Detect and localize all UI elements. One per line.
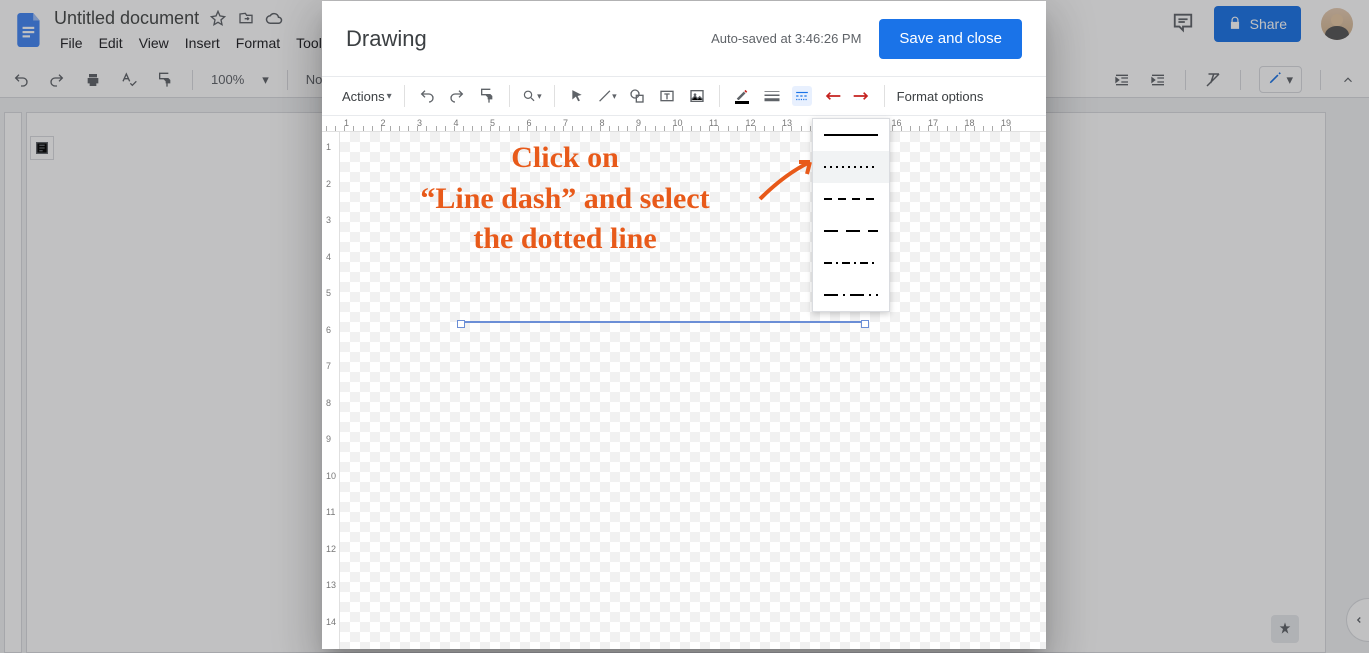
drawing-dialog: Drawing Auto-saved at 3:46:26 PM Save an… [322,1,1046,649]
line-dash-icon[interactable] [792,86,812,106]
dash-option-dash-long-dot[interactable] [813,279,889,311]
drawing-vertical-ruler: 1234567891011121314 [322,132,340,649]
line-weight-icon[interactable] [762,86,782,106]
drawing-horizontal-ruler: 12345678910111213141516171819 [322,116,1046,132]
line-end-icon[interactable] [852,86,872,106]
dash-option-dash-long[interactable] [813,215,889,247]
dash-option-dotted[interactable] [813,151,889,183]
drawing-canvas[interactable] [340,132,1046,649]
image-tool-icon[interactable] [687,86,707,106]
undo-icon[interactable] [417,86,437,106]
drawn-line-object[interactable] [460,321,866,323]
line-dash-menu [812,118,890,312]
zoom-icon[interactable]: ▾ [522,86,542,106]
shape-tool-icon[interactable] [627,86,647,106]
paint-format-icon[interactable] [477,86,497,106]
autosave-status: Auto-saved at 3:46:26 PM [711,31,861,46]
drawing-toolbar: Actions▾ ▾ ▾ Format options [322,77,1046,116]
dash-option-dash-dot[interactable] [813,247,889,279]
line-start-icon[interactable] [822,86,842,106]
actions-menu[interactable]: Actions▾ [342,89,392,104]
dash-option-solid[interactable] [813,119,889,151]
save-and-close-button[interactable]: Save and close [879,19,1022,59]
textbox-tool-icon[interactable] [657,86,677,106]
dash-option-dash[interactable] [813,183,889,215]
select-tool-icon[interactable] [567,86,587,106]
redo-icon[interactable] [447,86,467,106]
line-tool-icon[interactable]: ▾ [597,86,617,106]
format-options-button[interactable]: Format options [897,89,984,104]
dialog-title: Drawing [346,26,427,52]
line-color-icon[interactable] [732,86,752,106]
